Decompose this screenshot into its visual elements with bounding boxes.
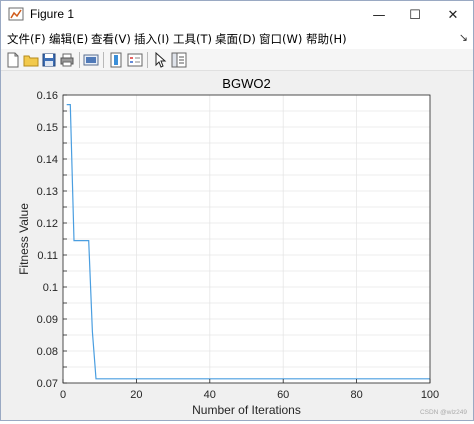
menu-help[interactable]: 帮助(H)	[306, 31, 347, 47]
watermark: CSDN @wlz249	[419, 409, 467, 416]
y-tick-label: 0.1	[43, 282, 58, 294]
y-tick-label: 0.16	[37, 90, 58, 102]
legend-icon[interactable]	[127, 52, 143, 68]
y-tick-label: 0.07	[37, 378, 58, 390]
y-tick-label: 0.13	[37, 186, 58, 198]
title-bar[interactable]: Figure 1 — ☐ ✕	[1, 1, 473, 29]
x-tick-label: 100	[421, 389, 439, 401]
minimize-icon: —	[372, 7, 386, 23]
chart-title: BGWO2	[222, 76, 270, 91]
save-icon[interactable]	[41, 52, 57, 68]
matlab-figure-icon	[8, 7, 24, 21]
close-button[interactable]: ✕	[435, 1, 471, 29]
fitness-chart[interactable]: 0 20 40 60 80 100 0.07 0.08 0.09 0.1 0.11 0.12 0.13…	[1, 72, 473, 420]
toolbar-separator	[103, 52, 104, 68]
y-tick-label: 0.09	[37, 314, 58, 326]
dock-icon[interactable]: ↘	[459, 31, 468, 44]
property-inspector-icon[interactable]	[171, 52, 187, 68]
menu-view[interactable]: 查看(V)	[91, 31, 131, 47]
toolbar-separator	[79, 52, 80, 68]
minimize-button[interactable]: —	[361, 1, 397, 29]
x-axis-label: Number of Iterations	[192, 403, 301, 417]
y-tick-label: 0.12	[37, 218, 58, 230]
menu-desktop[interactable]: 桌面(D)	[215, 31, 256, 47]
edit-plot-arrow-icon[interactable]	[152, 52, 168, 68]
toolbar-separator	[147, 52, 148, 68]
menu-edit[interactable]: 编辑(E)	[49, 31, 88, 47]
maximize-button[interactable]: ☐	[397, 1, 433, 29]
y-tick-label: 0.15	[37, 122, 58, 134]
link-plot-icon[interactable]	[83, 52, 99, 68]
close-icon: ✕	[447, 7, 459, 23]
new-figure-icon[interactable]	[5, 52, 21, 68]
y-tick-label: 0.11	[37, 250, 58, 262]
menu-bar: 文件(F) 编辑(E) 查看(V) 插入(I) 工具(T) 桌面(D) 窗口(W…	[1, 29, 473, 49]
x-tick-label: 0	[60, 389, 66, 401]
open-file-icon[interactable]	[23, 52, 39, 68]
menu-file[interactable]: 文件(F)	[7, 31, 46, 47]
x-tick-label: 40	[204, 389, 216, 401]
x-tick-label: 60	[277, 389, 289, 401]
y-ticks: 0.07 0.08 0.09 0.1 0.11 0.12 0.13 0.14 0.15 0.16	[37, 90, 67, 390]
menu-insert[interactable]: 插入(I)	[134, 31, 169, 47]
colorbar-icon[interactable]	[108, 52, 124, 68]
x-tick-label: 20	[130, 389, 142, 401]
maximize-icon: ☐	[409, 7, 421, 23]
x-tick-label: 80	[350, 389, 362, 401]
y-axis-label: Fitness Value	[17, 203, 31, 275]
y-tick-label: 0.14	[37, 154, 58, 166]
figure-toolbar	[1, 49, 473, 71]
menu-tools[interactable]: 工具(T)	[173, 31, 212, 47]
figure-window: Figure 1 — ☐ ✕ 文件(F) 编辑(E) 查看(V) 插入(I) 工…	[0, 0, 474, 421]
menu-window[interactable]: 窗口(W)	[259, 31, 302, 47]
window-title: Figure 1	[30, 7, 75, 21]
figure-canvas: 0 20 40 60 80 100 0.07 0.08 0.09 0.1 0.11 0.12 0.13…	[1, 72, 473, 420]
print-icon[interactable]	[59, 52, 75, 68]
y-tick-label: 0.08	[37, 346, 58, 358]
